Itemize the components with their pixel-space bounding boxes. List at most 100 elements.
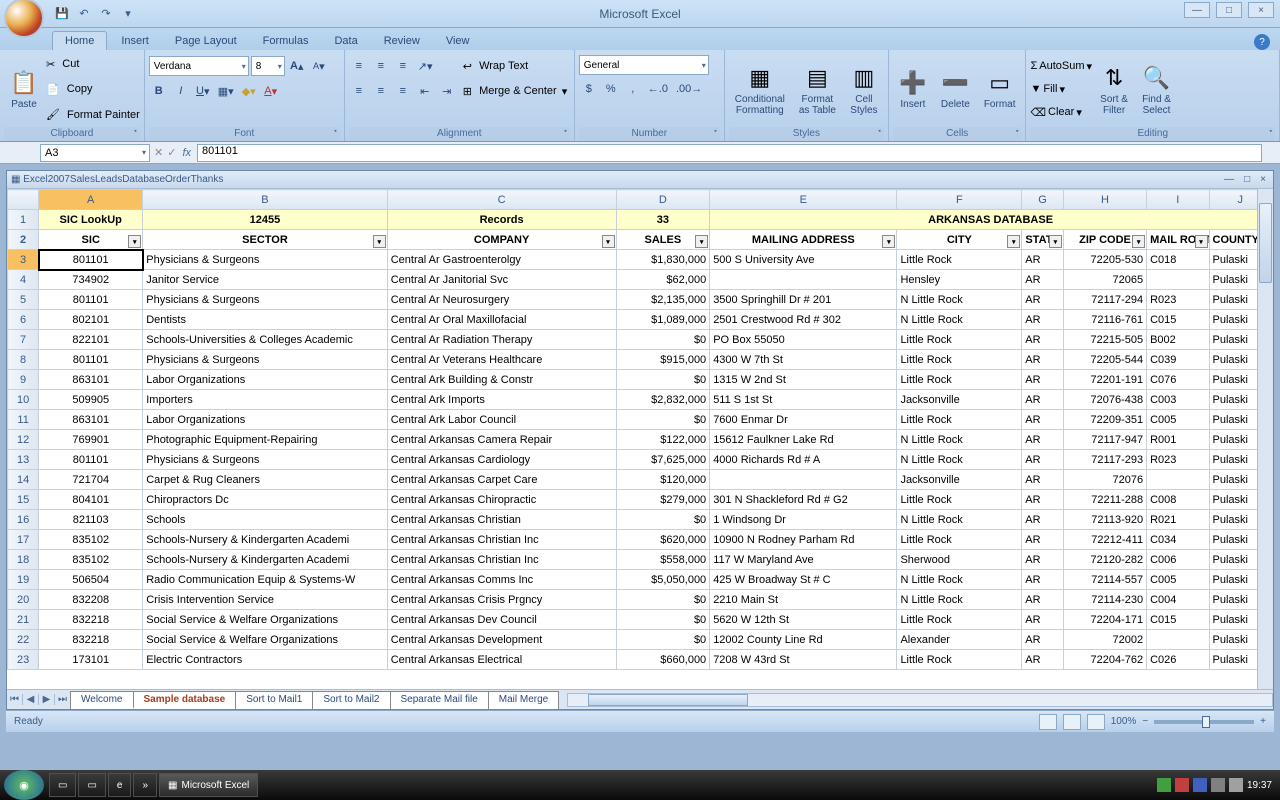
fx-button[interactable]: fx bbox=[182, 147, 191, 159]
sheet-tab[interactable]: Separate Mail file bbox=[390, 691, 489, 709]
grow-font-button[interactable]: A▴ bbox=[287, 56, 307, 76]
cell[interactable]: AR bbox=[1022, 530, 1064, 550]
cell[interactable]: Crisis Intervention Service bbox=[143, 590, 387, 610]
cell[interactable]: Central Arkansas Cardiology bbox=[387, 450, 616, 470]
cell[interactable]: 72002 bbox=[1063, 630, 1146, 650]
wrap-text-button[interactable]: ↩ Wrap Text bbox=[463, 55, 568, 77]
header-cell[interactable]: COMPANY▾ bbox=[387, 230, 616, 250]
cell[interactable]: AR bbox=[1022, 550, 1064, 570]
align-right-button[interactable]: ≡ bbox=[393, 81, 413, 101]
qat-redo-icon[interactable]: ↷ bbox=[96, 4, 116, 24]
cancel-formula-icon[interactable]: ✕ bbox=[154, 146, 163, 159]
cell[interactable]: 801101 bbox=[39, 290, 143, 310]
row-header-7[interactable]: 7 bbox=[8, 330, 39, 350]
cell[interactable]: 7208 W 43rd St bbox=[710, 650, 897, 670]
cell[interactable]: Chiropractors Dc bbox=[143, 490, 387, 510]
header-cell[interactable]: SIC▾ bbox=[39, 230, 143, 250]
cell[interactable]: Records bbox=[387, 210, 616, 230]
hscroll-thumb[interactable] bbox=[588, 694, 748, 706]
cell[interactable]: Little Rock bbox=[897, 250, 1022, 270]
decrease-decimal-button[interactable]: .00→ bbox=[673, 79, 705, 99]
currency-button[interactable]: $ bbox=[579, 79, 599, 99]
col-header-F[interactable]: F bbox=[897, 190, 1022, 210]
cell[interactable]: $2,135,000 bbox=[616, 290, 710, 310]
cell[interactable]: $1,089,000 bbox=[616, 310, 710, 330]
qat-undo-icon[interactable]: ↶ bbox=[74, 4, 94, 24]
cut-button[interactable]: Cut bbox=[46, 53, 140, 75]
col-header-D[interactable]: D bbox=[616, 190, 710, 210]
cell[interactable]: C015 bbox=[1147, 310, 1209, 330]
header-cell[interactable]: STATE▾ bbox=[1022, 230, 1064, 250]
cell[interactable]: AR bbox=[1022, 330, 1064, 350]
row-header-4[interactable]: 4 bbox=[8, 270, 39, 290]
tab-insert[interactable]: Insert bbox=[109, 32, 161, 50]
cell[interactable]: Central Arkansas Comms Inc bbox=[387, 570, 616, 590]
filter-button[interactable]: ▾ bbox=[373, 235, 386, 248]
cell[interactable] bbox=[710, 270, 897, 290]
cell[interactable]: R021 bbox=[1147, 510, 1209, 530]
tab-view[interactable]: View bbox=[434, 32, 482, 50]
taskbar-pinned-3[interactable]: e bbox=[108, 773, 132, 797]
filter-button[interactable]: ▾ bbox=[602, 235, 615, 248]
cell[interactable]: 511 S 1st St bbox=[710, 390, 897, 410]
cell[interactable]: Jacksonville bbox=[897, 470, 1022, 490]
autosum-button[interactable]: Σ AutoSum▾ bbox=[1030, 55, 1092, 77]
cell[interactable]: Little Rock bbox=[897, 650, 1022, 670]
cell[interactable]: C015 bbox=[1147, 610, 1209, 630]
cell[interactable]: 832218 bbox=[39, 610, 143, 630]
cell[interactable]: C006 bbox=[1147, 550, 1209, 570]
col-header-E[interactable]: E bbox=[710, 190, 897, 210]
cell[interactable] bbox=[710, 470, 897, 490]
comma-button[interactable]: , bbox=[623, 79, 643, 99]
row-header-5[interactable]: 5 bbox=[8, 290, 39, 310]
cell[interactable]: 72212-411 bbox=[1063, 530, 1146, 550]
cell[interactable]: AR bbox=[1022, 590, 1064, 610]
cell[interactable]: $0 bbox=[616, 510, 710, 530]
cell[interactable]: Labor Organizations bbox=[143, 410, 387, 430]
tray-clock[interactable]: 19:37 bbox=[1247, 780, 1272, 791]
cell[interactable]: Central Arkansas Development bbox=[387, 630, 616, 650]
normal-view-button[interactable] bbox=[1039, 714, 1057, 730]
cell[interactable]: Little Rock bbox=[897, 410, 1022, 430]
cell[interactable]: AR bbox=[1022, 610, 1064, 630]
cell[interactable]: Central Arkansas Christian Inc bbox=[387, 530, 616, 550]
conditional-formatting-button[interactable]: ▦Conditional Formatting bbox=[729, 52, 791, 127]
cell[interactable]: $620,000 bbox=[616, 530, 710, 550]
cell[interactable]: 835102 bbox=[39, 550, 143, 570]
cell[interactable]: $279,000 bbox=[616, 490, 710, 510]
cell[interactable]: Social Service & Welfare Organizations bbox=[143, 610, 387, 630]
tray-icon[interactable] bbox=[1175, 778, 1189, 792]
cell[interactable]: Central Arkansas Christian Inc bbox=[387, 550, 616, 570]
cell[interactable]: 72065 bbox=[1063, 270, 1146, 290]
bold-button[interactable]: B bbox=[149, 81, 169, 101]
wb-close-button[interactable]: × bbox=[1257, 174, 1269, 185]
cell[interactable]: R001 bbox=[1147, 430, 1209, 450]
name-box[interactable]: A3 bbox=[40, 144, 150, 162]
cell[interactable]: 33 bbox=[616, 210, 710, 230]
cell[interactable]: $7,625,000 bbox=[616, 450, 710, 470]
cell[interactable]: ARKANSAS DATABASE bbox=[710, 210, 1272, 230]
row-header-21[interactable]: 21 bbox=[8, 610, 39, 630]
cell[interactable]: 301 N Shackleford Rd # G2 bbox=[710, 490, 897, 510]
row-header-10[interactable]: 10 bbox=[8, 390, 39, 410]
cell[interactable]: 2210 Main St bbox=[710, 590, 897, 610]
cell[interactable]: 72215-505 bbox=[1063, 330, 1146, 350]
page-break-view-button[interactable] bbox=[1087, 714, 1105, 730]
decrease-indent-button[interactable]: ⇤ bbox=[415, 81, 435, 101]
col-header-G[interactable]: G bbox=[1022, 190, 1064, 210]
cell[interactable]: 117 W Maryland Ave bbox=[710, 550, 897, 570]
sheet-nav-first[interactable]: ⏮ bbox=[7, 694, 23, 705]
cell[interactable]: $558,000 bbox=[616, 550, 710, 570]
cell[interactable]: 15612 Faulkner Lake Rd bbox=[710, 430, 897, 450]
cell[interactable]: Social Service & Welfare Organizations bbox=[143, 630, 387, 650]
cell[interactable]: $122,000 bbox=[616, 430, 710, 450]
cell[interactable]: C005 bbox=[1147, 570, 1209, 590]
sheet-nav-prev[interactable]: ◀ bbox=[23, 694, 39, 705]
format-as-table-button[interactable]: ▤Format as Table bbox=[793, 52, 842, 127]
insert-cells-button[interactable]: ➕Insert bbox=[893, 52, 933, 127]
select-all-button[interactable] bbox=[8, 190, 39, 210]
cell[interactable] bbox=[1147, 630, 1209, 650]
cell[interactable]: AR bbox=[1022, 410, 1064, 430]
cell[interactable]: C039 bbox=[1147, 350, 1209, 370]
cell[interactable]: Little Rock bbox=[897, 610, 1022, 630]
